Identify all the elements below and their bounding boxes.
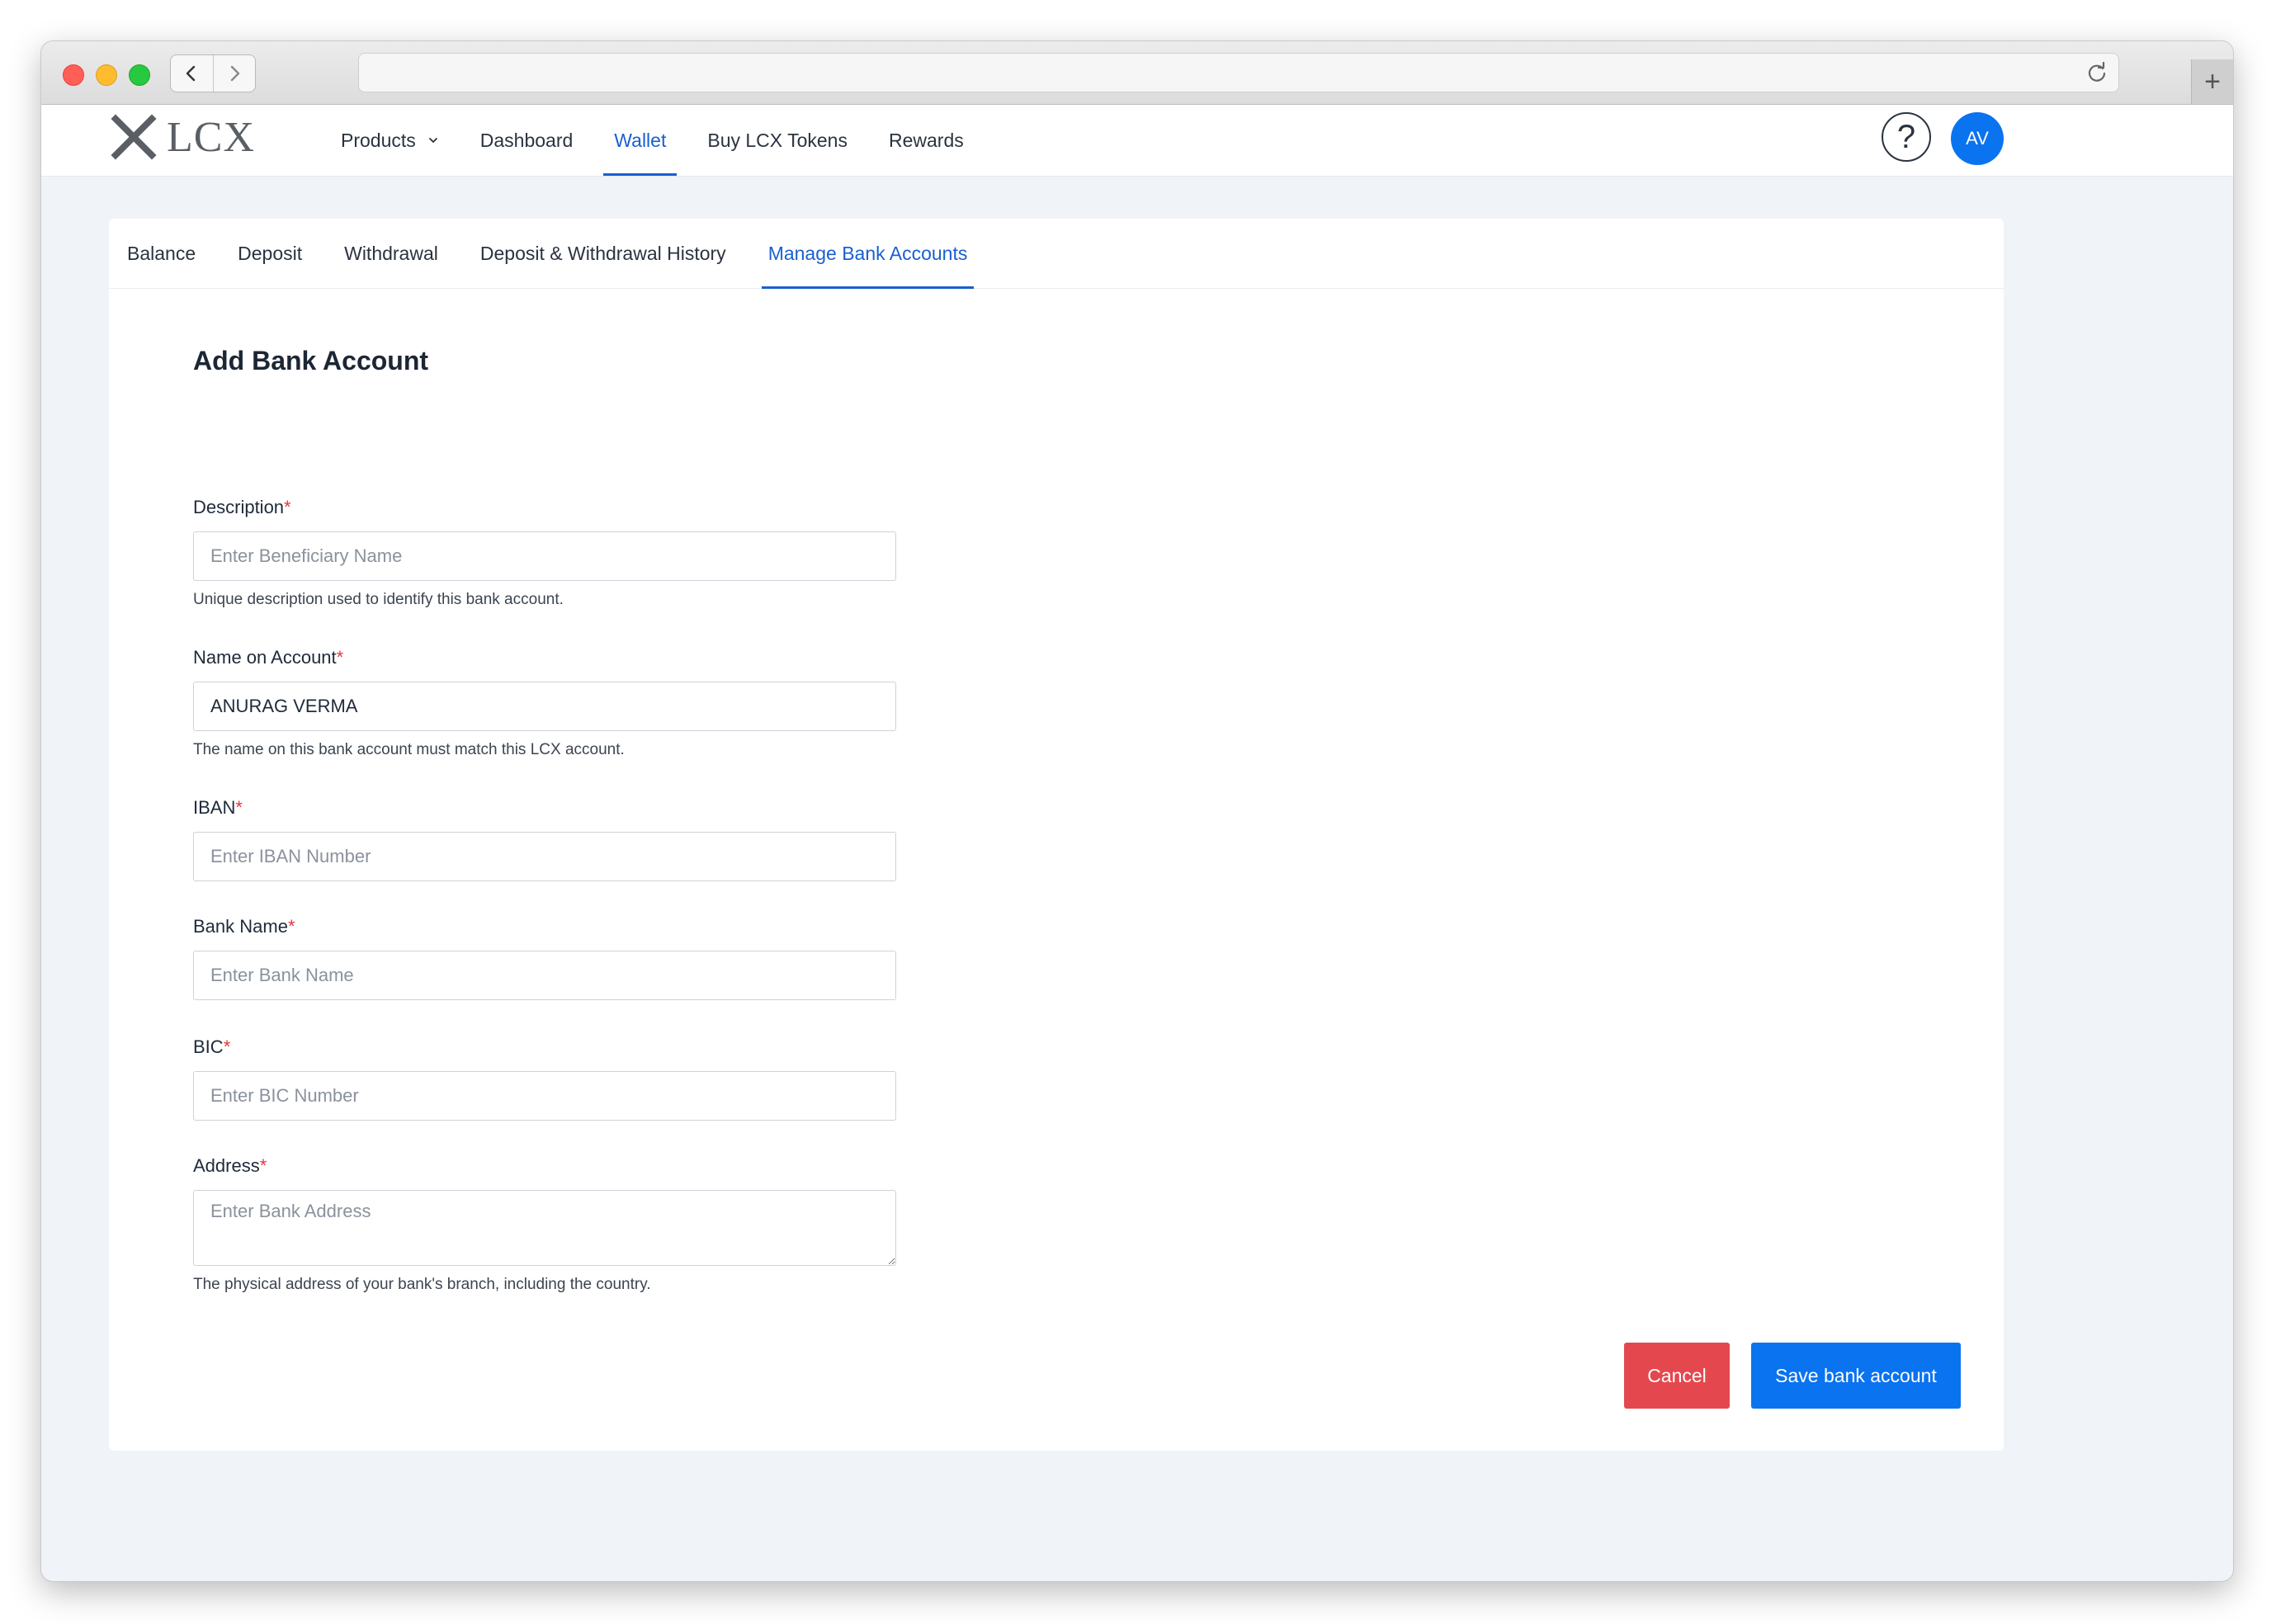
required-marker: *	[223, 1036, 231, 1057]
nav-item-label: Dashboard	[479, 129, 574, 151]
tab-deposit[interactable]: Deposit	[231, 219, 309, 288]
description-label: Description*	[193, 497, 291, 517]
name-on-account-input[interactable]	[193, 682, 896, 731]
name-on-account-field-group: Name on Account* The name on this bank a…	[193, 647, 896, 759]
required-marker: *	[336, 647, 344, 668]
address-bar[interactable]	[358, 53, 2119, 92]
page-title: Add Bank Account	[193, 346, 429, 375]
description-field-group: Description* Unique description used to …	[193, 497, 896, 609]
browser-toolbar: +	[41, 41, 2233, 105]
bank-name-input[interactable]	[193, 951, 896, 1000]
save-bank-account-button[interactable]: Save bank account	[1751, 1343, 1961, 1409]
iban-field-group: IBAN*	[193, 797, 896, 881]
address-hint: The physical address of your bank's bran…	[193, 1276, 651, 1293]
nav-item-label: Rewards	[888, 129, 964, 151]
close-window-button[interactable]	[63, 64, 84, 86]
iban-label: IBAN*	[193, 797, 243, 818]
tab-manage-bank-accounts[interactable]: Manage Bank Accounts	[761, 219, 975, 289]
minimize-window-button[interactable]	[96, 64, 117, 86]
required-marker: *	[284, 497, 291, 517]
main-nav: Products Dashboard Wallet Buy LCX Tokens…	[320, 105, 985, 176]
nav-item-buy-lcx-tokens[interactable]: Buy LCX Tokens	[687, 105, 868, 176]
brand-name: LCX	[167, 113, 255, 161]
address-textarea[interactable]	[193, 1190, 896, 1266]
forward-button[interactable]	[212, 55, 256, 92]
app-header: LCX Products Dashboard Wallet Buy LCX To…	[41, 105, 2233, 177]
brand-logo[interactable]: LCX	[109, 111, 255, 163]
address-label: Address*	[193, 1155, 267, 1176]
description-input[interactable]	[193, 531, 896, 581]
bank-account-card: Balance Deposit Withdrawal Deposit & Wit…	[109, 219, 2004, 1451]
bic-input[interactable]	[193, 1071, 896, 1121]
nav-item-label: Buy LCX Tokens	[707, 129, 848, 151]
new-tab-button[interactable]: +	[2191, 59, 2233, 104]
chevron-right-icon	[230, 65, 239, 82]
name-on-account-label: Name on Account*	[193, 647, 344, 668]
bic-label: BIC*	[193, 1036, 231, 1057]
nav-item-rewards[interactable]: Rewards	[868, 105, 985, 176]
tab-withdrawal[interactable]: Withdrawal	[338, 219, 445, 288]
user-avatar[interactable]: AV	[1951, 112, 2004, 165]
chevron-down-icon	[428, 138, 437, 144]
plus-icon: +	[2204, 65, 2221, 97]
tab-balance[interactable]: Balance	[120, 219, 202, 288]
lcx-logo-icon	[111, 114, 157, 160]
help-button[interactable]: ?	[1882, 112, 1931, 162]
browser-window: + LCX Products Dashboard Wallet Buy LCX …	[41, 41, 2233, 1581]
history-nav	[170, 54, 256, 92]
bic-field-group: BIC*	[193, 1036, 896, 1121]
address-field-group: Address* The physical address of your ba…	[193, 1155, 896, 1294]
nav-item-label: Wallet	[614, 129, 667, 151]
bank-name-field-group: Bank Name*	[193, 916, 896, 1000]
required-marker: *	[235, 797, 243, 818]
name-on-account-hint: The name on this bank account must match…	[193, 741, 625, 758]
maximize-window-button[interactable]	[129, 64, 150, 86]
required-marker: *	[287, 916, 295, 937]
description-hint: Unique description used to identify this…	[193, 591, 564, 608]
nav-item-dashboard[interactable]: Dashboard	[460, 105, 594, 176]
nav-item-products[interactable]: Products	[320, 105, 460, 176]
reload-icon[interactable]	[2085, 61, 2108, 84]
iban-input[interactable]	[193, 832, 896, 881]
back-button[interactable]	[171, 55, 213, 92]
avatar-initials: AV	[1966, 128, 1989, 149]
required-marker: *	[259, 1155, 267, 1176]
wallet-subtabs: Balance Deposit Withdrawal Deposit & Wit…	[109, 219, 2004, 289]
tab-deposit-withdrawal-history[interactable]: Deposit & Withdrawal History	[474, 219, 733, 288]
help-icon: ?	[1896, 118, 1916, 155]
nav-item-label: Products	[341, 129, 416, 151]
chevron-left-icon	[187, 65, 196, 82]
nav-item-wallet[interactable]: Wallet	[593, 105, 687, 176]
bank-name-label: Bank Name*	[193, 916, 295, 937]
cancel-button[interactable]: Cancel	[1624, 1343, 1730, 1409]
